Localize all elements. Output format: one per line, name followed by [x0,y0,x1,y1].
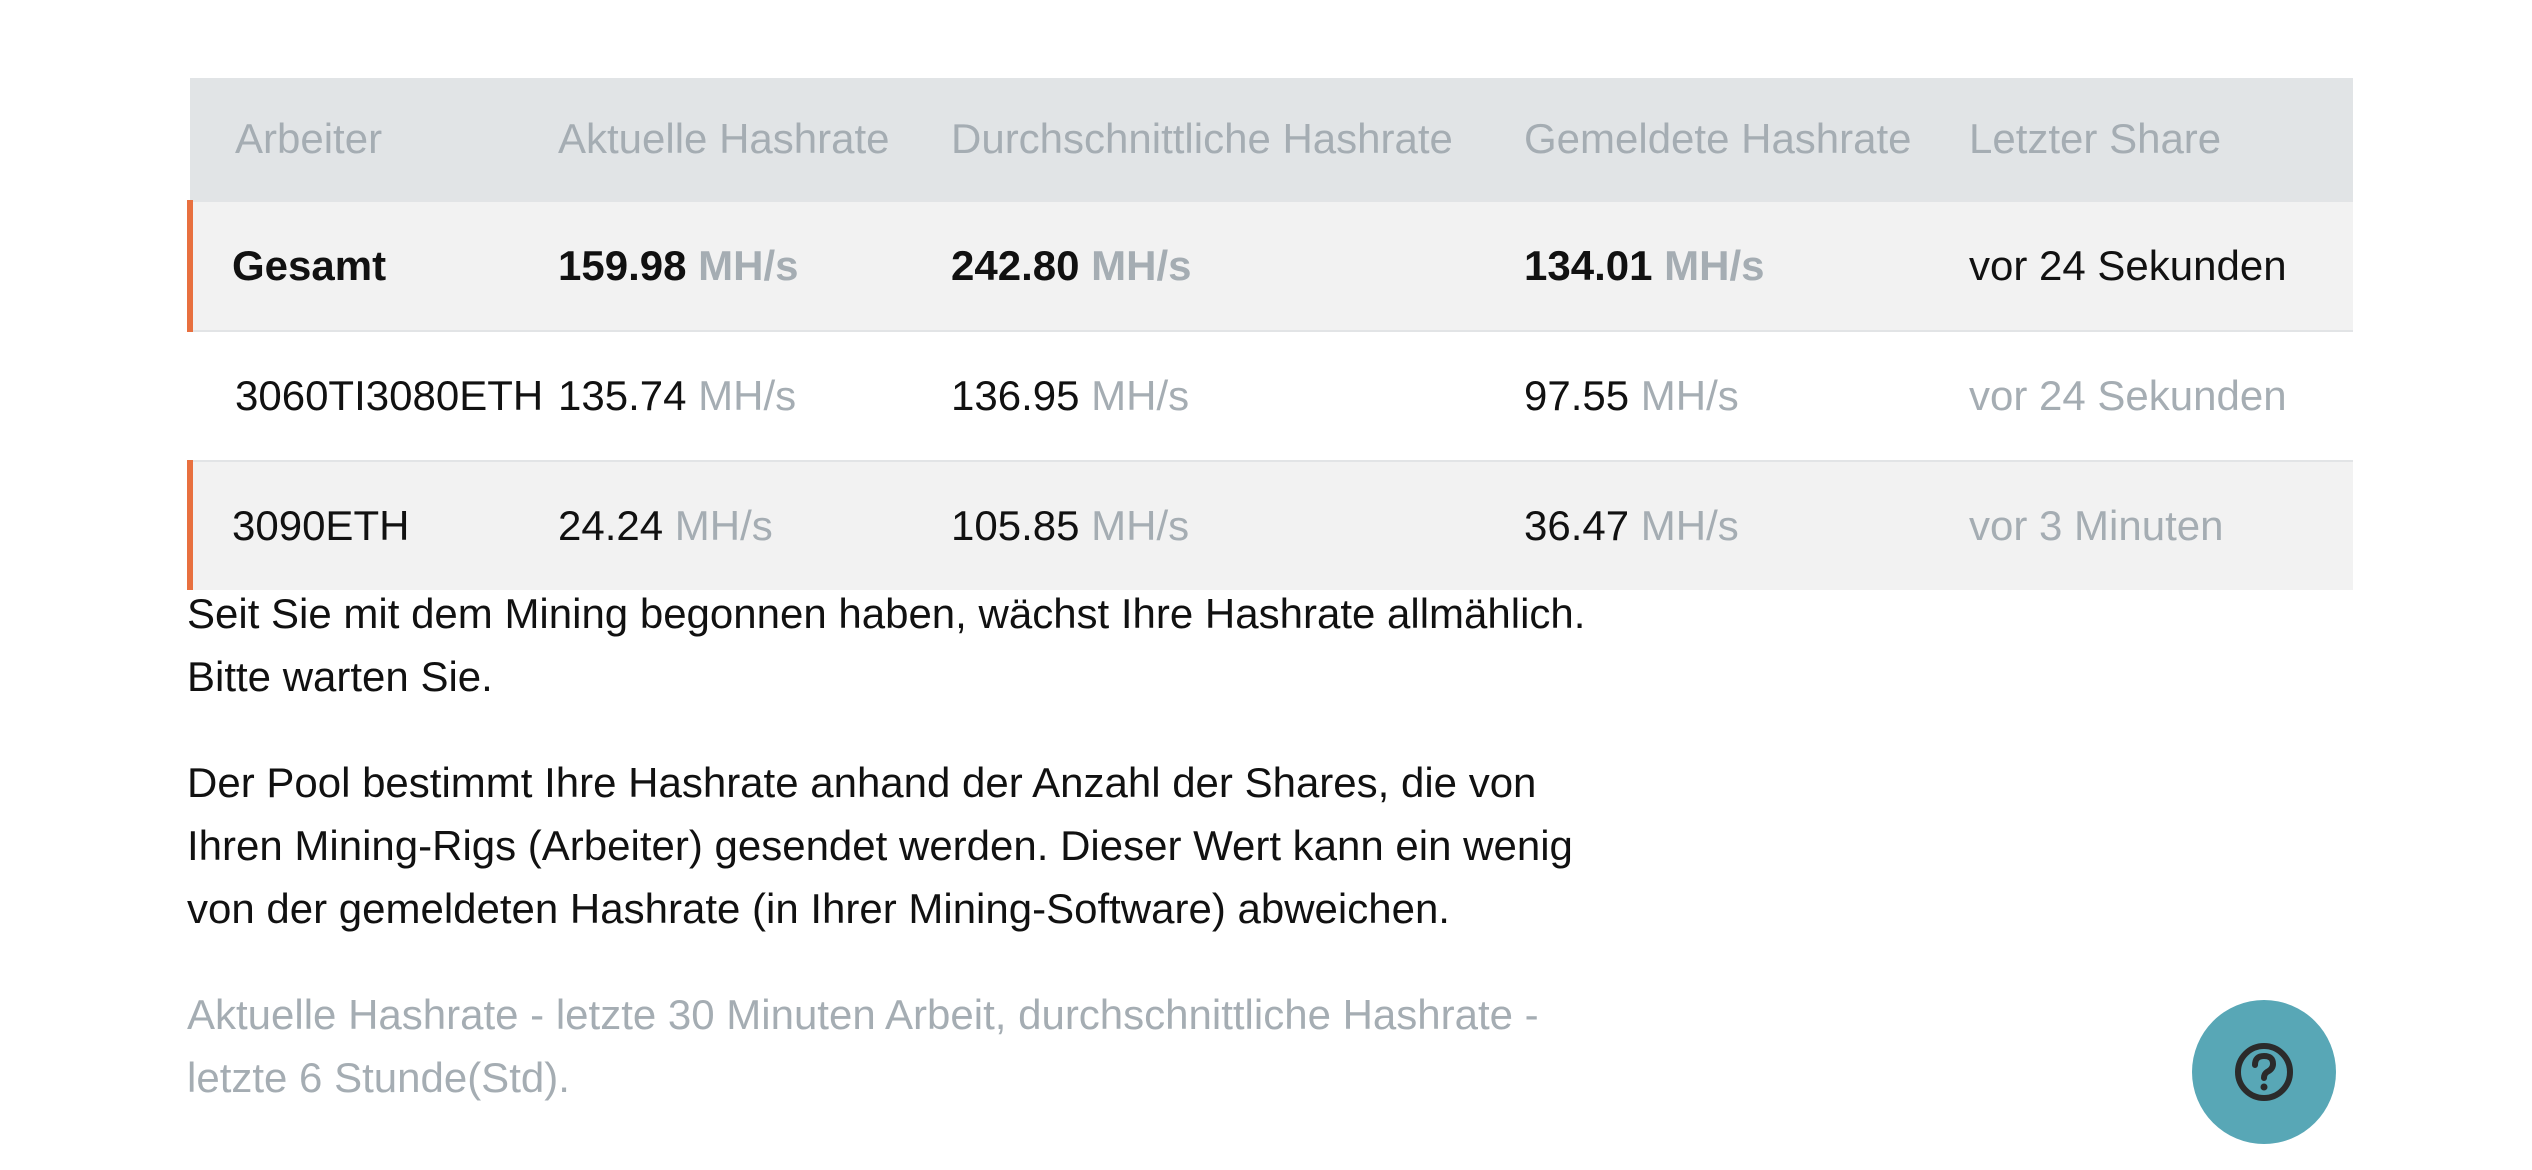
reported-hashrate-cell: 97.55 MH/s [1524,330,1969,461]
hashrate-value: 36.47 [1524,502,1630,549]
hashrate-unit: MH/s [674,502,773,549]
hashrate-notes: Seit Sie mit dem Mining begonnen haben, … [187,582,1587,1152]
hashrate-value: 159.98 [558,242,687,289]
average-hashrate-cell: 105.85 MH/s [951,460,1524,590]
last-share-cell: vor 24 Sekunden [1969,200,2353,331]
pool-hashrate-note: Der Pool bestimmt Ihre Hashrate anhand d… [187,759,1573,932]
reported-hashrate-cell: 36.47 MH/s [1524,460,1969,590]
worker-name[interactable]: 3090ETH [187,460,558,590]
table-row-total: Gesamt 159.98 MH/s 242.80 MH/s 134.01 MH… [187,200,2353,331]
hashrate-value: 135.74 [558,372,687,419]
hashrate-unit: MH/s [698,242,799,289]
current-hashrate-cell: 159.98 MH/s [558,200,951,331]
question-circle-icon [2235,1043,2293,1101]
help-button[interactable] [2192,1000,2336,1144]
average-hashrate-cell: 242.80 MH/s [951,200,1524,331]
hashrate-unit: MH/s [1664,242,1765,289]
hashrate-value: 24.24 [558,502,664,549]
table-header-row: Arbeiter Aktuelle Hashrate Durchschnittl… [190,78,2353,201]
reported-hashrate-cell: 134.01 MH/s [1524,200,1969,331]
worker-name: Gesamt [187,200,558,331]
hashrate-value: 97.55 [1524,372,1630,419]
hashrate-value: 242.80 [951,242,1080,289]
last-share-cell: vor 3 Minuten [1969,460,2353,590]
hashrate-unit: MH/s [1091,372,1190,419]
hashrate-value: 134.01 [1524,242,1653,289]
column-header-current-hashrate[interactable]: Aktuelle Hashrate [558,78,951,201]
column-header-last-share[interactable]: Letzter Share [1969,78,2353,201]
hashrate-unit: MH/s [1640,372,1739,419]
table-row-worker[interactable]: 3060TI3080ETH 135.74 MH/s 136.95 MH/s 97… [190,330,2353,461]
current-hashrate-cell: 135.74 MH/s [558,330,951,461]
column-header-average-hashrate[interactable]: Durchschnittliche Hashrate [951,78,1524,201]
table-row-worker[interactable]: 3090ETH 24.24 MH/s 105.85 MH/s 36.47 MH/… [187,460,2353,590]
last-share-cell: vor 24 Sekunden [1969,330,2353,461]
hashrate-value: 136.95 [951,372,1080,419]
workers-table: Arbeiter Aktuelle Hashrate Durchschnittl… [187,78,2353,590]
hashrate-unit: MH/s [1640,502,1739,549]
hashrate-value: 105.85 [951,502,1080,549]
column-header-worker[interactable]: Arbeiter [190,78,558,201]
current-hashrate-cell: 24.24 MH/s [558,460,951,590]
worker-name[interactable]: 3060TI3080ETH [190,330,558,461]
hashrate-unit: MH/s [1091,242,1192,289]
column-header-reported-hashrate[interactable]: Gemeldete Hashrate [1524,78,1969,201]
hashrate-unit: MH/s [698,372,797,419]
average-hashrate-cell: 136.95 MH/s [951,330,1524,461]
hashrate-unit: MH/s [1091,502,1190,549]
hashrate-definition-footnote: Aktuelle Hashrate - letzte 30 Minuten Ar… [187,991,1539,1101]
hashrate-growth-note: Seit Sie mit dem Mining begonnen haben, … [187,590,1586,700]
